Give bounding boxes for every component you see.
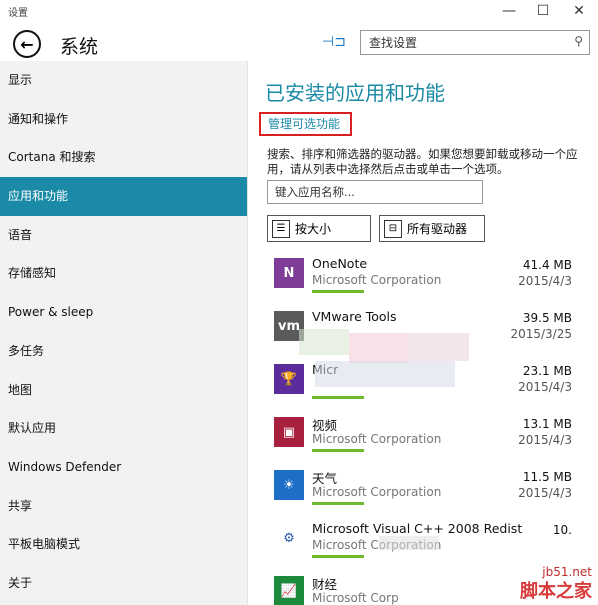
main-content: 已安装的应用和功能 管理可选功能 搜索、排序和筛选器的驱动器。如果您想要卸载或移… (249, 61, 598, 605)
app-publisher: Microsoft Corporation (312, 273, 442, 287)
sidebar-item-share[interactable]: 共享 (0, 487, 247, 526)
app-name: VMware Tools (312, 309, 397, 324)
sidebar-item-tablet-mode[interactable]: 平板电脑模式 (0, 525, 247, 564)
app-search-input[interactable] (268, 181, 482, 203)
back-button[interactable]: ← (13, 30, 41, 58)
sidebar-item-cortana[interactable]: Cortana 和搜索 (0, 138, 247, 177)
search-icon[interactable]: ⚲ (574, 34, 583, 48)
sidebar-item-default-apps[interactable]: 默认应用 (0, 409, 247, 448)
back-arrow-icon: ← (20, 34, 34, 54)
app-date: 2015/4/3 (518, 486, 572, 500)
sidebar-item-about[interactable]: 关于 (0, 564, 247, 603)
app-size: 11.5 MB (522, 470, 572, 484)
app-size: 13.1 MB (522, 417, 572, 431)
sort-button-label: 按大小 (295, 222, 332, 236)
app-name: OneNote (312, 256, 368, 271)
pin-icon[interactable]: ⊣⊐ (322, 34, 346, 50)
trophy-icon: 🏆 (274, 364, 304, 394)
app-size: 39.5 MB (522, 311, 572, 325)
app-list-item[interactable]: ▣ 视频 Microsoft Corporation 13.1 MB 2015/4/3 (274, 413, 598, 466)
sidebar-item-notifications[interactable]: 通知和操作 (0, 100, 247, 139)
app-size: 41.4 MB (522, 258, 572, 272)
app-date: 2015/4/3 (518, 274, 572, 288)
app-date: 2015/3/25 (510, 327, 572, 341)
app-size: 23.1 MB (522, 364, 572, 378)
settings-search-box[interactable]: ⚲ (360, 30, 590, 55)
close-icon: ✕ (573, 3, 585, 19)
manage-optional-features-link[interactable]: 管理可选功能 (259, 112, 352, 136)
sidebar-item-speech[interactable]: 语音 (0, 216, 247, 255)
sidebar: 显示 通知和操作 Cortana 和搜索 应用和功能 语音 存储感知 Power… (0, 61, 248, 605)
blur-patch (349, 333, 409, 363)
sort-icon: ☰ (272, 219, 290, 238)
sidebar-item-windows-defender[interactable]: Windows Defender (0, 448, 247, 487)
app-size-bar (312, 502, 364, 505)
video-icon: ▣ (274, 417, 304, 447)
section-heading: 已安装的应用和功能 (265, 81, 445, 105)
sidebar-item-maps[interactable]: 地图 (0, 371, 247, 410)
filter-icon: ⊟ (384, 219, 402, 238)
blur-patch (409, 333, 469, 361)
app-size-bar (312, 290, 364, 293)
app-size-bar (312, 396, 364, 399)
installer-icon: ⚙ (274, 523, 304, 553)
app-size: 10. (552, 523, 572, 537)
app-date: 2015/4/3 (518, 433, 572, 447)
settings-search-input[interactable] (361, 31, 561, 54)
minimize-button[interactable]: — (492, 0, 526, 22)
app-date: 2015/4/3 (518, 380, 572, 394)
app-size-bar (312, 555, 364, 558)
sidebar-item-display[interactable]: 显示 (0, 61, 247, 100)
close-button[interactable]: ✕ (562, 0, 596, 22)
blur-patch (315, 361, 455, 387)
sort-by-size-button[interactable]: ☰ 按大小 (267, 215, 371, 242)
watermark-name: 脚本之家 (520, 581, 592, 602)
sidebar-item-multitasking[interactable]: 多任务 (0, 332, 247, 371)
page-title: 系统 (60, 36, 99, 58)
sidebar-item-storage[interactable]: 存储感知 (0, 254, 247, 293)
app-search-box[interactable] (267, 180, 483, 204)
header: ← 系统 ⊣⊐ ⚲ (0, 22, 598, 62)
title-bar: 设置 — ☐ ✕ (0, 0, 598, 22)
app-publisher: Microsoft Corp (312, 591, 399, 605)
description-text: 搜索、排序和筛选器的驱动器。如果您想要卸载或移动一个应用，请从列表中选择然后点击… (267, 147, 578, 176)
maximize-icon: ☐ (536, 3, 550, 19)
drive-button-label: 所有驱动器 (407, 222, 468, 236)
app-name: Microsoft Visual C++ 2008 Redistr (312, 521, 522, 536)
app-list-item[interactable]: N OneNote Microsoft Corporation 41.4 MB 2015… (274, 254, 598, 307)
app-publisher: Microsoft Corporation (312, 432, 442, 446)
app-size-bar (312, 449, 364, 452)
blur-patch (379, 536, 439, 550)
sidebar-item-apps-features[interactable]: 应用和功能 (0, 177, 247, 216)
sidebar-item-power-sleep[interactable]: Power & sleep (0, 293, 247, 332)
window-title: 设置 (8, 8, 28, 19)
all-drives-button[interactable]: ⊟ 所有驱动器 (379, 215, 485, 242)
maximize-button[interactable]: ☐ (526, 0, 560, 22)
app-publisher: Microsoft Corporation (312, 485, 442, 499)
app-list-item[interactable]: ☀ 天气 Microsoft Corporation 11.5 MB 2015/4/3 (274, 466, 598, 519)
watermark: jb51.net 脚本之家 (448, 545, 598, 605)
minimize-icon: — (502, 3, 516, 19)
finance-icon: 📈 (274, 576, 304, 605)
onenote-icon: N (274, 258, 304, 288)
blur-patch (299, 329, 349, 355)
weather-icon: ☀ (274, 470, 304, 500)
